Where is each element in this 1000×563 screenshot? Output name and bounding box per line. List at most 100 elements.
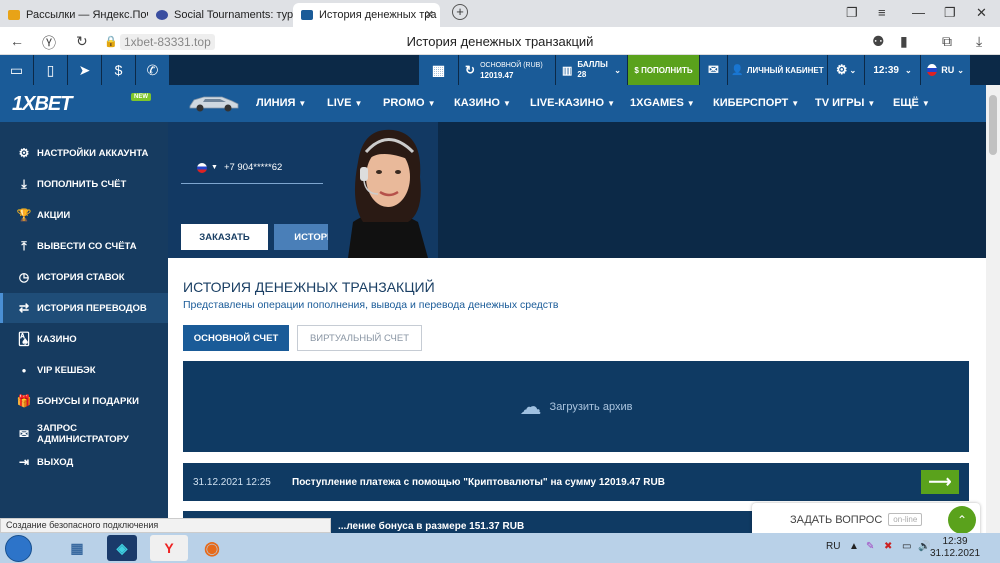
mail-icon: ✉ — [18, 426, 30, 441]
taskbar: ▦ ◈ Y ◉ RU ▲ ✎ ✖ ▭ 🔊 12:39 31.12.2021 — [0, 533, 1000, 563]
logo[interactable]: 1XBET — [12, 93, 72, 116]
sidebar-item-logout[interactable]: ⇥ ВЫХОД — [0, 447, 168, 477]
mail-icon[interactable]: ✉ — [699, 55, 727, 85]
chevron-down-icon: ▼ — [686, 99, 695, 108]
sidebar-item-withdraw[interactable]: ⤒ ВЫВЕСТИ СО СЧЁТА — [0, 231, 168, 261]
yandex-browser-icon[interactable]: Y — [150, 535, 188, 561]
tab-history[interactable]: История денежных тра ✕ — [293, 3, 440, 27]
chevron-up-icon[interactable]: ⌃ — [948, 506, 976, 534]
download-icon: ⤓ — [21, 176, 27, 191]
chevron-down-icon: ▼ — [298, 99, 307, 108]
exit-icon: ⇥ — [18, 455, 30, 469]
volume-icon[interactable]: 🔊 — [918, 541, 930, 552]
sidebar-item-label: ИСТОРИЯ ПЕРЕВОДОВ — [37, 302, 147, 314]
address-bar: ← Ⓨ ↻ 🔒 1xbet-83331.top История денежных… — [0, 27, 1000, 55]
menu-icon[interactable]: ≡ — [878, 5, 886, 20]
clock-icon: ◷ — [18, 270, 30, 284]
nav-label: TV ИГРЫ — [815, 97, 865, 109]
qr-icon[interactable]: ▦ — [418, 55, 458, 85]
nav-label: LIVE-КАЗИНО — [530, 97, 605, 109]
tray-language[interactable]: RU — [826, 541, 840, 552]
shield-icon[interactable]: ◈ — [107, 535, 137, 561]
nav-more[interactable]: ЕЩЁ ▼ — [893, 97, 930, 109]
phone-field[interactable]: ▼ +7 904*****62 — [181, 152, 323, 184]
nav-tv-games[interactable]: TV ИГРЫ ▼ — [815, 97, 875, 109]
chevron-down-icon: ▼ — [921, 99, 930, 108]
sidebar-item-vip-cashback[interactable]: ● VIP КЕШБЭК — [0, 355, 168, 385]
sidebar-item-admin-request[interactable]: ✉ ЗАПРОС АДМИНИСТРАТОРУ — [0, 417, 168, 451]
sidebar-item-label: ЗАПРОС АДМИНИСТРАТОРУ — [37, 423, 129, 445]
close-icon[interactable]: ✕ — [425, 8, 434, 21]
sidebar-item-promotions[interactable]: 🏆 АКЦИИ — [0, 200, 168, 230]
tabs-icon[interactable]: ❐ — [846, 5, 858, 21]
collections-icon[interactable]: ⧉ — [942, 33, 952, 50]
minimize-icon[interactable]: — — [912, 5, 925, 20]
nav-label: ЛИНИЯ — [256, 97, 296, 109]
tab-mail[interactable]: Рассылки — Яндекс.Почта — [0, 3, 148, 27]
order-call-button[interactable]: ЗАКАЗАТЬ — [181, 224, 268, 250]
nav-1xgames[interactable]: 1XGAMES ▼ — [630, 97, 695, 109]
pen-icon[interactable]: ✎ — [866, 541, 874, 552]
settings-button[interactable]: ⚙ ⌄ — [827, 55, 864, 85]
sidebar-item-account-settings[interactable]: ⚙ НАСТРОЙКИ АККАУНТА — [0, 138, 168, 168]
chevron-up-icon[interactable]: ▲ — [849, 541, 859, 552]
nav-live-casino[interactable]: LIVE-КАЗИНО ▼ — [530, 97, 615, 109]
nav-casino[interactable]: КАЗИНО ▼ — [454, 97, 511, 109]
sidebar-item-casino[interactable]: 🂡 КАЗИНО — [0, 324, 168, 354]
virtual-account-tab[interactable]: ВИРТУАЛЬНЫЙ СЧЕТ — [297, 325, 422, 351]
download-icon[interactable]: ⤓ — [976, 33, 982, 50]
firefox-icon[interactable]: ◉ — [193, 535, 231, 561]
desktop-icon[interactable]: ▭ — [0, 55, 34, 85]
nav-line[interactable]: ЛИНИЯ ▼ — [256, 97, 306, 109]
chevron-down-icon: ⌄ — [904, 65, 912, 75]
new-tab-button[interactable]: + — [452, 4, 468, 20]
sidebar-item-bet-history[interactable]: ◷ ИСТОРИЯ СТАВОК — [0, 262, 168, 292]
clock[interactable]: 12:39 31.12.2021 — [930, 536, 980, 560]
transfer-icon: ⇄ — [18, 301, 30, 315]
close-window-icon[interactable]: ✕ — [976, 5, 987, 21]
network-icon[interactable]: ✖ — [884, 541, 892, 552]
chevron-down-icon: ⌄ — [957, 65, 964, 75]
telegram-icon[interactable]: ➤ — [68, 55, 102, 85]
nav-live[interactable]: LIVE ▼ — [327, 97, 362, 109]
tab-title: Рассылки — Яндекс.Почта — [26, 9, 148, 21]
nav-label: 1XGAMES — [630, 97, 684, 109]
car-icon[interactable] — [188, 91, 240, 113]
phone-icon[interactable]: ✆ — [136, 55, 170, 85]
nav-label: ЕЩЁ — [893, 97, 919, 109]
deposit-button[interactable]: $ ПОПОЛНИТЬ — [627, 55, 699, 85]
tab-title: Social Tournaments: турни — [174, 9, 293, 21]
display-icon[interactable]: ▭ — [902, 541, 911, 552]
transaction-row[interactable]: 31.12.2021 12:25 Поступление платежа с п… — [183, 463, 969, 501]
extension-icon[interactable]: ⚉ — [872, 33, 885, 50]
language-select[interactable]: RU ⌄ — [920, 55, 970, 85]
tab-tournaments[interactable]: Social Tournaments: турни — [148, 3, 293, 27]
sidebar-item-deposit[interactable]: ⤓ ПОПОЛНИТЬ СЧЁТ — [0, 169, 168, 199]
nav-promo[interactable]: PROMO ▼ — [383, 97, 435, 109]
calculator-icon[interactable]: ▦ — [58, 535, 96, 561]
chevron-down-icon: ▼ — [867, 99, 876, 108]
ask-question-widget[interactable]: ЗАДАТЬ ВОПРОС on-line ⌃ — [752, 503, 980, 536]
cabinet-button[interactable]: 👤 ЛИЧНЫЙ КАБИНЕТ — [727, 55, 827, 85]
main-account-tab[interactable]: ОСНОВНОЙ СЧЕТ — [183, 325, 289, 351]
bookmark-icon[interactable]: ▮ — [900, 33, 908, 50]
arrow-right-icon[interactable]: ⟶ — [921, 470, 959, 494]
scrollbar-thumb[interactable] — [989, 95, 997, 155]
download-archive-button[interactable]: ☁ Загрузить архив — [183, 361, 969, 452]
balance-box[interactable]: ↻ ОСНОВНОЙ (RUB) 12019.47 — [458, 55, 555, 85]
sidebar-item-transfer-history[interactable]: ⇄ ИСТОРИЯ ПЕРЕВОДОВ — [0, 293, 168, 323]
sidebar-item-label: АКЦИИ — [37, 209, 71, 221]
time-box[interactable]: 12:39 ⌄ — [864, 55, 920, 85]
nav-esports[interactable]: КИБЕРСПОРТ ▼ — [713, 97, 799, 109]
sidebar-item-bonuses[interactable]: 🎁 БОНУСЫ И ПОДАРКИ — [0, 386, 168, 416]
points-box[interactable]: ▥ БАЛЛЫ 28 ⌄ — [555, 55, 627, 85]
sidebar-item-label: ВЫВЕСТИ СО СЧЁТА — [37, 240, 137, 252]
mobile-icon[interactable]: ▯ — [34, 55, 68, 85]
scrollbar[interactable] — [986, 85, 1000, 533]
flag-ru-icon — [197, 162, 207, 173]
restore-icon[interactable]: ❐ — [944, 5, 956, 21]
start-icon[interactable] — [5, 535, 32, 562]
refresh-icon[interactable]: ↻ — [465, 63, 475, 77]
dot-icon: ● — [21, 365, 27, 375]
dollar-icon[interactable]: $ — [102, 55, 136, 85]
